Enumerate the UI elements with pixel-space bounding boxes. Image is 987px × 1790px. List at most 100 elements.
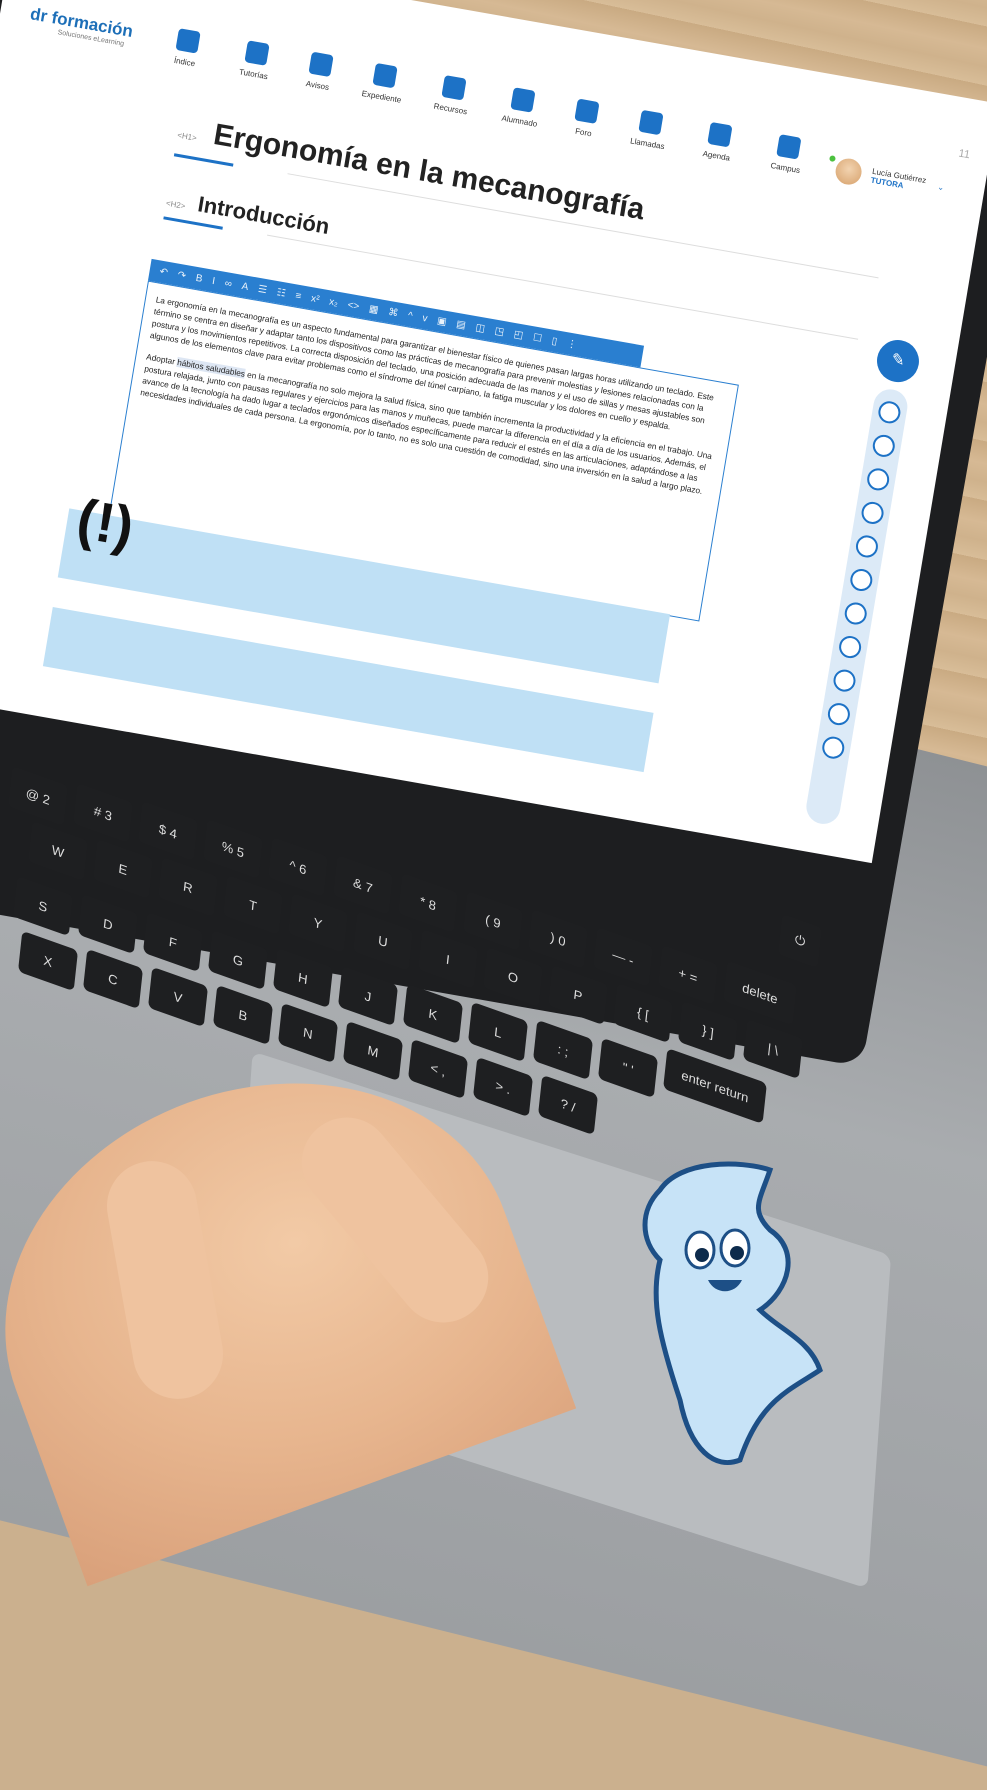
move-up-button[interactable]: ^ — [407, 310, 413, 322]
document-icon — [372, 62, 398, 89]
layout-icon[interactable] — [854, 533, 880, 560]
special-char-button[interactable]: ⌘ — [387, 306, 399, 319]
key-5[interactable]: % 5 — [202, 818, 264, 880]
key-p[interactable]: P — [547, 964, 609, 1026]
key-2[interactable]: @ 2 — [7, 765, 69, 827]
nav-item-alumnado[interactable]: Alumnado — [484, 83, 559, 132]
power-button[interactable]: ⏻ — [777, 913, 823, 969]
key-u[interactable]: U — [352, 910, 414, 972]
mascot-pupil-right — [730, 1246, 744, 1260]
preview-button[interactable]: ◫ — [475, 322, 486, 334]
layout-button[interactable]: ▤ — [456, 318, 467, 330]
key-o[interactable]: O — [482, 946, 544, 1008]
key-7[interactable]: & 7 — [332, 854, 394, 916]
superscript-button[interactable]: x² — [310, 293, 320, 305]
key-w[interactable]: W — [27, 820, 89, 882]
book-icon[interactable] — [837, 634, 863, 660]
key-4[interactable]: $ 4 — [137, 800, 199, 862]
chevron-down-icon[interactable]: ⌄ — [937, 182, 945, 192]
key-e[interactable]: E — [92, 838, 154, 900]
heading-icon[interactable] — [865, 466, 891, 493]
key-slash[interactable]: ? / — [537, 1074, 599, 1136]
delete-button[interactable]: ▯ — [551, 335, 558, 347]
numbered-list-button[interactable]: ☷ — [276, 287, 287, 299]
flag-icon — [308, 51, 334, 78]
nav-item-expediente[interactable]: Expediente — [346, 59, 421, 108]
title-underline — [173, 153, 234, 167]
calendar-icon — [707, 121, 733, 148]
avatar — [833, 156, 864, 187]
bold-button[interactable]: B — [195, 272, 203, 284]
key-m[interactable]: M — [342, 1020, 404, 1082]
key-h[interactable]: H — [272, 947, 334, 1009]
key-backslash[interactable]: | \ — [742, 1018, 804, 1080]
save-icon[interactable] — [876, 399, 903, 426]
key-comma[interactable]: < , — [407, 1038, 469, 1100]
redo-button[interactable]: ↷ — [177, 269, 187, 281]
nav-item-indice[interactable]: Índice — [149, 24, 224, 73]
move-down-button[interactable]: v — [422, 312, 429, 324]
copy-button[interactable]: ◳ — [494, 325, 505, 337]
paragraph-icon[interactable] — [871, 433, 897, 459]
group-icon — [510, 87, 536, 113]
key-g[interactable]: G — [207, 929, 269, 991]
undo-button[interactable]: ↶ — [159, 266, 169, 278]
logo[interactable]: dr formación Soluciones eLearning — [28, 4, 135, 49]
nav-item-tutorias[interactable]: Tutorías — [218, 36, 293, 85]
table-icon[interactable] — [859, 500, 886, 526]
user-menu[interactable]: Lucía Gutiérrez TUTORA ⌄ — [829, 155, 947, 202]
key-l[interactable]: L — [467, 1001, 529, 1063]
key-semicolon[interactable]: : ; — [532, 1019, 594, 1081]
key-b[interactable]: B — [212, 984, 274, 1046]
key-k[interactable]: K — [402, 983, 464, 1045]
key-t[interactable]: T — [222, 874, 284, 936]
key-j[interactable]: J — [337, 965, 399, 1027]
key-f[interactable]: F — [142, 911, 204, 973]
font-color-button[interactable]: A — [241, 281, 249, 293]
key-3[interactable]: # 3 — [72, 782, 134, 844]
align-button[interactable]: ≡ — [295, 290, 303, 302]
fullscreen-button[interactable]: ☐ — [532, 332, 543, 344]
nav-item-foro[interactable]: Foro — [548, 94, 623, 143]
graduation-cap-icon — [244, 40, 270, 66]
key-s[interactable]: S — [12, 875, 74, 937]
key-d[interactable]: D — [77, 893, 139, 955]
key-6[interactable]: ^ 6 — [267, 836, 329, 898]
key-minus[interactable]: — - — [592, 926, 654, 988]
key-open-bracket[interactable]: { [ — [612, 982, 674, 1044]
key-y[interactable]: Y — [287, 892, 349, 954]
key-0[interactable]: ) 0 — [527, 908, 589, 970]
play-icon[interactable] — [848, 567, 874, 593]
code-button[interactable]: <> — [347, 299, 360, 312]
nav-item-avisos[interactable]: Avisos — [282, 47, 357, 96]
more-options-button[interactable]: ⋮ — [566, 338, 578, 351]
key-x[interactable]: X — [17, 930, 79, 992]
paste-button[interactable]: ◰ — [513, 329, 524, 341]
music-icon[interactable] — [843, 600, 869, 627]
nav-item-llamadas[interactable]: Llamadas — [612, 106, 687, 155]
italic-button[interactable]: I — [211, 275, 216, 286]
key-n[interactable]: N — [277, 1002, 339, 1064]
key-equals[interactable]: + = — [657, 944, 719, 1006]
nav-item-recursos[interactable]: Recursos — [415, 71, 490, 120]
table-button[interactable]: ▦ — [368, 303, 379, 315]
key-v[interactable]: V — [147, 966, 209, 1028]
key-c[interactable]: C — [82, 948, 144, 1010]
key-delete[interactable]: delete — [722, 960, 798, 1026]
key-quote[interactable]: " ' — [597, 1037, 659, 1099]
key-close-bracket[interactable]: } ] — [677, 1000, 739, 1062]
index-icon — [175, 28, 201, 54]
nav-item-campus[interactable]: Campus — [750, 130, 825, 179]
subscript-button[interactable]: x₂ — [328, 296, 339, 308]
key-i[interactable]: I — [417, 928, 479, 990]
key-9[interactable]: ( 9 — [462, 890, 524, 952]
link-button[interactable]: ∞ — [224, 278, 233, 290]
edit-pencil-button[interactable]: ✎ — [873, 336, 923, 386]
link-icon[interactable] — [831, 667, 858, 694]
bullet-list-button[interactable]: ☰ — [257, 283, 268, 295]
save-block-button[interactable]: ▣ — [436, 315, 447, 327]
key-period[interactable]: > . — [472, 1056, 534, 1118]
key-8[interactable]: * 8 — [397, 872, 459, 934]
key-r[interactable]: R — [157, 856, 219, 918]
nav-item-agenda[interactable]: Agenda — [681, 118, 756, 167]
